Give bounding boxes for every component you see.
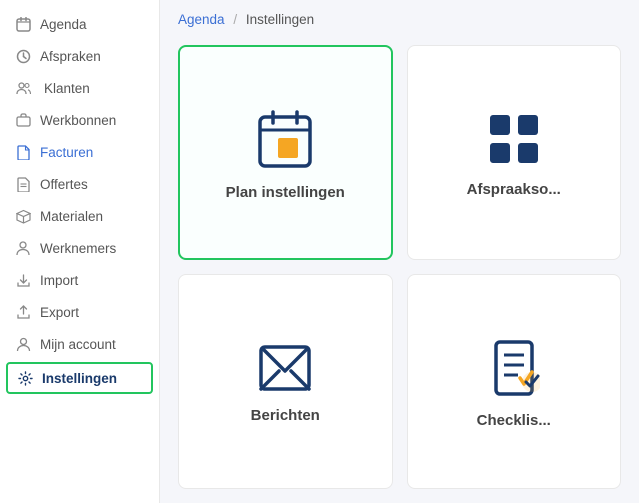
sidebar-item-label: Werknemers	[40, 241, 116, 256]
sidebar-item-materialen[interactable]: Materialen	[0, 200, 159, 232]
briefcase-icon	[14, 111, 32, 129]
card-berichten[interactable]: Berichten	[178, 274, 393, 489]
sidebar-item-label: Facturen	[40, 145, 93, 160]
sidebar-item-werkbonnen[interactable]: Werkbonnen	[0, 104, 159, 136]
person-icon	[14, 239, 32, 257]
sidebar-item-label: Import	[40, 273, 78, 288]
sidebar-item-instellingen[interactable]: Instellingen	[6, 362, 153, 394]
card-checklist[interactable]: Checklis...	[407, 274, 622, 489]
envelope-icon	[259, 345, 311, 391]
clock-icon	[14, 47, 32, 65]
sidebar-item-label: Klanten	[40, 81, 90, 96]
sidebar-item-label: Offertes	[40, 177, 88, 192]
gear-icon	[16, 369, 34, 387]
breadcrumb-link[interactable]: Agenda	[178, 12, 225, 27]
sidebar-item-afspraken[interactable]: Afspraken	[0, 40, 159, 72]
card-plan-instellingen[interactable]: Plan instellingen	[178, 45, 393, 260]
breadcrumb-current: Instellingen	[246, 12, 314, 27]
sidebar-item-label: Materialen	[40, 209, 103, 224]
card-label: Berichten	[251, 407, 320, 424]
sidebar-item-label: Afspraken	[40, 49, 101, 64]
import-icon	[14, 271, 32, 289]
calendar-icon	[14, 15, 32, 33]
card-label: Afspraakso...	[467, 181, 561, 198]
sidebar-item-label: Export	[40, 305, 79, 320]
main-content: Agenda / Instellingen Plan instellingen	[160, 0, 639, 503]
sidebar: Agenda Afspraken Klanten	[0, 0, 160, 503]
breadcrumb: Agenda / Instellingen	[160, 0, 639, 37]
sidebar-item-facturen[interactable]: Facturen	[0, 136, 159, 168]
sidebar-item-klanten[interactable]: Klanten	[0, 72, 159, 104]
sidebar-item-label: Agenda	[40, 17, 87, 32]
file-icon	[14, 143, 32, 161]
account-icon	[14, 335, 32, 353]
settings-grid: Plan instellingen Afspraakso... Berichte…	[160, 37, 639, 503]
doc-icon	[14, 175, 32, 193]
box-icon	[14, 207, 32, 225]
sidebar-item-agenda[interactable]: Agenda	[0, 8, 159, 40]
sidebar-item-label: Werkbonnen	[40, 113, 116, 128]
sidebar-item-offertes[interactable]: Offertes	[0, 168, 159, 200]
export-icon	[14, 303, 32, 321]
breadcrumb-separator: /	[233, 12, 237, 27]
calendar-settings-icon	[258, 110, 312, 168]
grid-icon	[488, 113, 540, 165]
sidebar-item-label: Mijn account	[40, 337, 116, 352]
checklist-icon	[488, 340, 540, 396]
users-icon	[14, 79, 32, 97]
sidebar-item-import[interactable]: Import	[0, 264, 159, 296]
sidebar-item-label: Instellingen	[42, 371, 117, 386]
sidebar-item-export[interactable]: Export	[0, 296, 159, 328]
sidebar-item-mijn-account[interactable]: Mijn account	[0, 328, 159, 360]
card-label: Checklis...	[477, 412, 551, 429]
card-label: Plan instellingen	[226, 184, 345, 201]
sidebar-item-werknemers[interactable]: Werknemers	[0, 232, 159, 264]
card-afspraaksoort[interactable]: Afspraakso...	[407, 45, 622, 260]
